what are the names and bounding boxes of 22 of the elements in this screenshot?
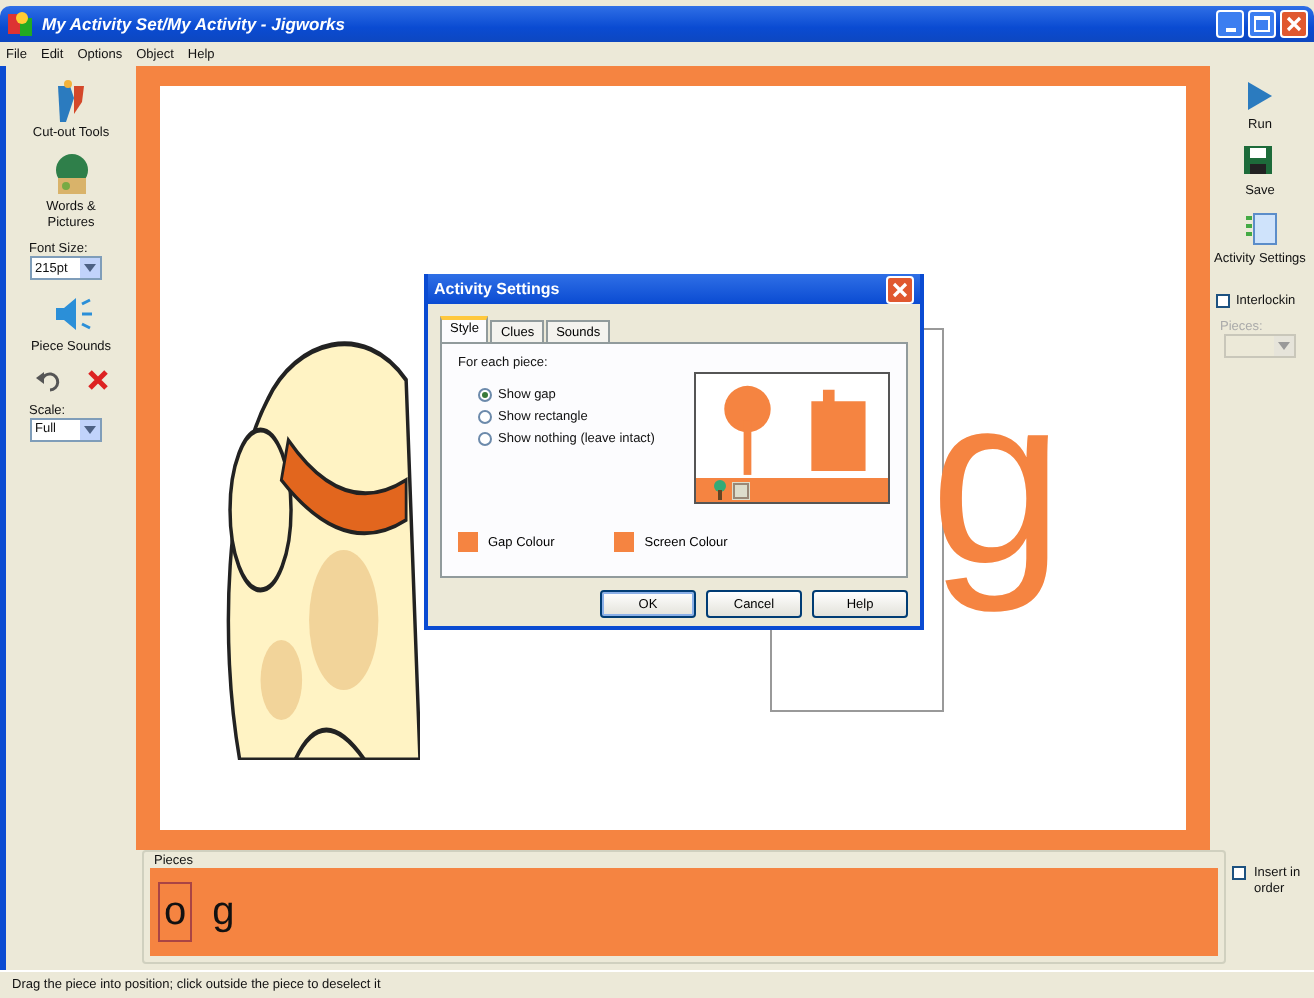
delete-icon	[85, 367, 109, 392]
dropdown-arrow-icon	[83, 264, 95, 273]
tree-icon	[712, 480, 728, 501]
close-button[interactable]	[1280, 10, 1308, 38]
canvas-letter: g	[930, 344, 1064, 618]
dialog-title: Activity Settings	[434, 280, 560, 298]
checkbox[interactable]	[1232, 866, 1246, 880]
maximize-button[interactable]	[1248, 10, 1276, 38]
dropdown-arrow-icon	[1278, 342, 1290, 351]
undo-icon	[33, 367, 61, 392]
app-logo-icon	[6, 10, 34, 38]
letter-piece[interactable]: o	[158, 882, 193, 942]
checkbox[interactable]	[1216, 294, 1230, 309]
minimize-button[interactable]	[1216, 10, 1244, 38]
settings-panel-icon	[1242, 211, 1278, 248]
letter-piece[interactable]: g	[208, 884, 239, 940]
close-icon	[892, 281, 908, 297]
house-icon	[732, 481, 750, 500]
window-title: My Activity Set/My Activity - Jigworks	[42, 14, 347, 34]
close-button[interactable]	[886, 275, 914, 303]
dropdown-arrow-icon	[83, 425, 95, 434]
close-icon	[1286, 16, 1302, 32]
